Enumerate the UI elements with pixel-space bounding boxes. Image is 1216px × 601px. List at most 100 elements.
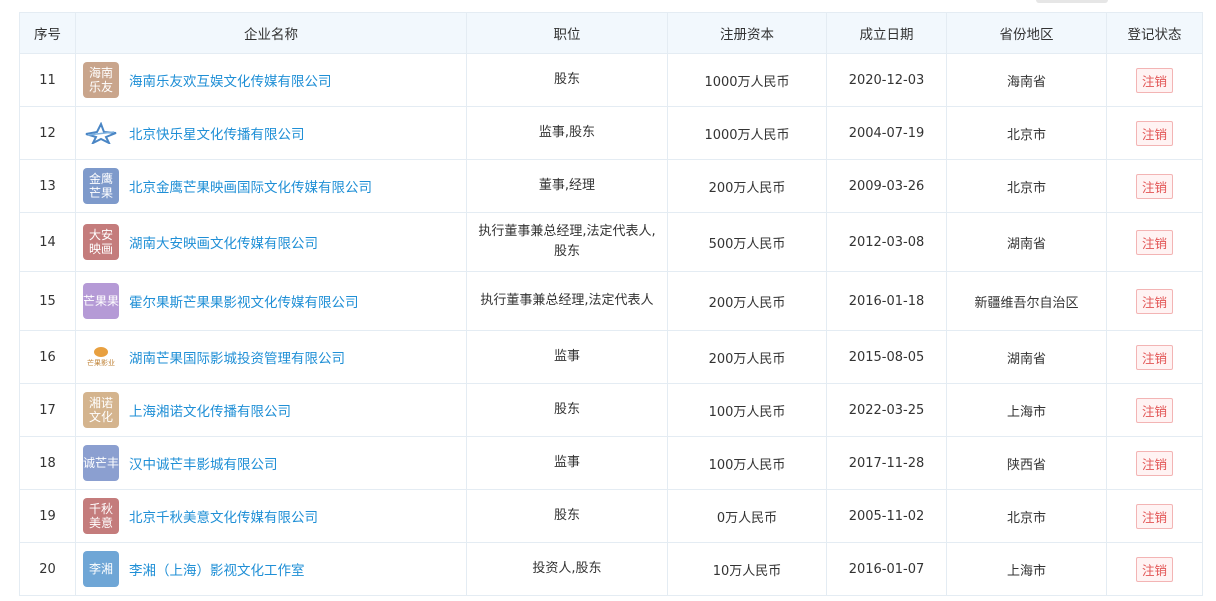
company-logo-text: 大安映画 (88, 228, 113, 256)
company-name-link[interactable]: 湖南大安映画文化传媒有限公司 (129, 232, 318, 252)
company-wrap: 大安映画 湖南大安映画文化传媒有限公司 (76, 224, 466, 260)
mango-logo-text: 芒果影业 (87, 358, 115, 367)
company-cell: 金鹰芒果 北京金鹰芒果映画国际文化传媒有限公司 (75, 159, 467, 213)
position-cell: 股东 (466, 53, 668, 107)
status-cell: 注销 (1106, 106, 1203, 160)
company-name-link[interactable]: 北京快乐星文化传播有限公司 (129, 123, 305, 143)
row-index: 19 (19, 489, 76, 543)
region-cell: 新疆维吾尔自治区 (946, 271, 1107, 331)
company-logo-text: 湘诺文化 (88, 396, 113, 424)
table-row: 12 北京快乐星文化传播有限公司 监事,股东 1000万人民币 2004-07-19 北京… (19, 106, 1203, 160)
capital-cell: 500万人民币 (667, 212, 827, 272)
company-logo: 海南乐友 (83, 62, 119, 98)
region-cell: 北京市 (946, 159, 1107, 213)
founded-date-cell: 2005-11-02 (826, 489, 947, 543)
capital-cell: 100万人民币 (667, 436, 827, 490)
position-text: 股东 (553, 402, 580, 417)
company-logo-text: 芒果果 (83, 294, 119, 308)
position-text: 董事,经理 (538, 178, 596, 193)
row-index: 12 (19, 106, 76, 160)
company-cell: 湘诺文化 上海湘诺文化传播有限公司 (75, 383, 467, 437)
company-name-link[interactable]: 湖南芒果国际影城投资管理有限公司 (129, 347, 345, 367)
header-capital: 注册资本 (667, 12, 827, 54)
company-cell: 芒果果 霍尔果斯芒果果影视文化传媒有限公司 (75, 271, 467, 331)
status-cell: 注销 (1106, 271, 1203, 331)
company-cell: 芒果影业 湖南芒果国际影城投资管理有限公司 (75, 330, 467, 384)
header-region: 省份地区 (946, 12, 1107, 54)
status-cell: 注销 (1106, 53, 1203, 107)
position-cell: 股东 (466, 383, 668, 437)
status-badge: 注销 (1135, 397, 1173, 423)
founded-date-cell: 2012-03-08 (826, 212, 947, 272)
status-badge: 注销 (1135, 67, 1173, 93)
company-cell: 北京快乐星文化传播有限公司 (75, 106, 467, 160)
capital-cell: 200万人民币 (667, 271, 827, 331)
company-cell: 千秋美意 北京千秋美意文化传媒有限公司 (75, 489, 467, 543)
founded-date-cell: 2009-03-26 (826, 159, 947, 213)
mango-logo-icon: 芒果影业 (83, 339, 119, 375)
status-cell: 注销 (1106, 330, 1203, 384)
position-cell: 监事 (466, 436, 668, 490)
position-text: 股东 (553, 72, 580, 87)
region-cell: 陕西省 (946, 436, 1107, 490)
company-name-link[interactable]: 霍尔果斯芒果果影视文化传媒有限公司 (129, 291, 359, 311)
row-index: 18 (19, 436, 76, 490)
row-index: 15 (19, 271, 76, 331)
position-cell: 股东 (466, 489, 668, 543)
company-wrap: 芒果影业 湖南芒果国际影城投资管理有限公司 (76, 339, 466, 375)
row-index: 14 (19, 212, 76, 272)
table-row: 14 大安映画 湖南大安映画文化传媒有限公司 执行董事兼总经理,法定代表人,股东 500… (19, 212, 1203, 272)
header-position: 职位 (466, 12, 668, 54)
position-text: 监事 (553, 455, 580, 470)
row-index: 11 (19, 53, 76, 107)
status-cell: 注销 (1106, 383, 1203, 437)
position-cell: 投资人,股东 (466, 542, 668, 596)
founded-date-cell: 2017-11-28 (826, 436, 947, 490)
header-company-name: 企业名称 (75, 12, 467, 54)
capital-cell: 10万人民币 (667, 542, 827, 596)
status-cell: 注销 (1106, 159, 1203, 213)
company-name-link[interactable]: 北京金鹰芒果映画国际文化传媒有限公司 (129, 176, 372, 196)
company-wrap: 千秋美意 北京千秋美意文化传媒有限公司 (76, 498, 466, 534)
table-row: 11 海南乐友 海南乐友欢互娱文化传媒有限公司 股东 1000万人民币 2020-12-0… (19, 53, 1203, 107)
position-text: 股东 (553, 508, 580, 523)
status-badge: 注销 (1135, 556, 1173, 582)
company-cell: 李湘 李湘（上海）影视文化工作室 (75, 542, 467, 596)
status-badge: 注销 (1135, 120, 1173, 146)
company-logo-text: 千秋美意 (88, 502, 113, 530)
region-cell: 北京市 (946, 106, 1107, 160)
region-cell: 上海市 (946, 542, 1107, 596)
position-cell: 监事 (466, 330, 668, 384)
company-logo: 大安映画 (83, 224, 119, 260)
founded-date-cell: 2020-12-03 (826, 53, 947, 107)
company-logo: 诚芒丰 (83, 445, 119, 481)
company-wrap: 海南乐友 海南乐友欢互娱文化传媒有限公司 (76, 62, 466, 98)
capital-cell: 1000万人民币 (667, 53, 827, 107)
status-badge: 注销 (1135, 288, 1173, 314)
region-cell: 湖南省 (946, 330, 1107, 384)
company-name-link[interactable]: 上海湘诺文化传播有限公司 (129, 400, 291, 420)
status-badge: 注销 (1135, 450, 1173, 476)
table-row: 17 湘诺文化 上海湘诺文化传播有限公司 股东 100万人民币 2022-03-25 上海市… (19, 383, 1203, 437)
region-cell: 北京市 (946, 489, 1107, 543)
status-cell: 注销 (1106, 542, 1203, 596)
company-name-link[interactable]: 李湘（上海）影视文化工作室 (129, 559, 305, 579)
company-logo-text: 海南乐友 (88, 66, 113, 94)
company-name-link[interactable]: 汉中诚芒丰影城有限公司 (129, 453, 278, 473)
company-wrap: 湘诺文化 上海湘诺文化传播有限公司 (76, 392, 466, 428)
status-badge: 注销 (1135, 503, 1173, 529)
company-logo: 金鹰芒果 (83, 168, 119, 204)
company-name-link[interactable]: 北京千秋美意文化传媒有限公司 (129, 506, 318, 526)
position-cell: 监事,股东 (466, 106, 668, 160)
position-text: 监事,股东 (538, 125, 596, 140)
row-index: 13 (19, 159, 76, 213)
company-logo-text: 李湘 (88, 562, 113, 576)
status-badge: 注销 (1135, 229, 1173, 255)
founded-date-cell: 2022-03-25 (826, 383, 947, 437)
company-logo-text: 诚芒丰 (83, 456, 119, 470)
status-badge: 注销 (1135, 344, 1173, 370)
region-cell: 上海市 (946, 383, 1107, 437)
company-logo: 芒果果 (83, 283, 119, 319)
company-name-link[interactable]: 海南乐友欢互娱文化传媒有限公司 (129, 70, 332, 90)
table-row: 13 金鹰芒果 北京金鹰芒果映画国际文化传媒有限公司 董事,经理 200万人民币 2009… (19, 159, 1203, 213)
